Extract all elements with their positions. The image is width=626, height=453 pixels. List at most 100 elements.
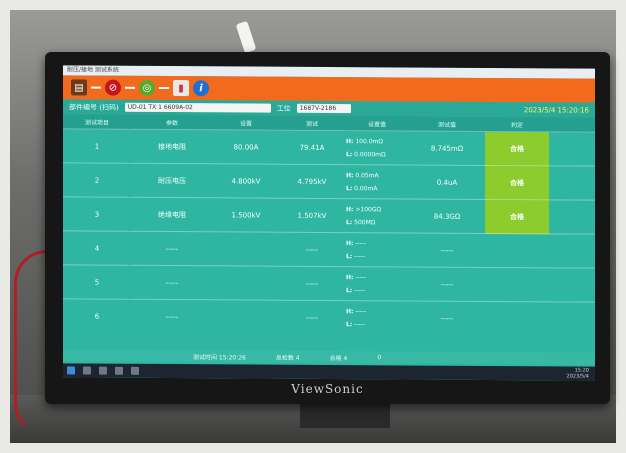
header-value: 测试值 (409, 116, 485, 132)
row-item: ----- (131, 299, 213, 334)
table-row[interactable]: 4 ----- ----- H: ----- L: ----- ----- (63, 230, 595, 269)
hi-label: H: (346, 239, 354, 247)
limit-hi: H: ----- (346, 237, 408, 250)
summary-pass: 合格 4 (329, 354, 348, 362)
limit-hi: H: 0.05mA (346, 169, 408, 182)
limit-lo: L: ----- (346, 284, 408, 297)
header-result: 判定 (485, 116, 549, 132)
row-meas: ----- (279, 300, 345, 335)
row-result: 合格 (485, 165, 549, 200)
table-row[interactable]: 3 绝缘电阻 1.500kV 1.507kV H: >100GΩ L: 500MΩ 84.3… (63, 196, 595, 235)
row-limits: H: 0.05mA L: 0.00mA (345, 164, 409, 199)
row-set: 1.500kV (213, 197, 279, 233)
row-item: 绝缘电阻 (131, 197, 213, 232)
hi-value: ----- (355, 307, 367, 315)
lo-value: 0.00mA (354, 184, 378, 192)
limit-lo: L: ----- (346, 250, 408, 263)
row-meas: 4.795kV (279, 164, 345, 199)
hi-label: H: (346, 273, 354, 281)
export-icon[interactable]: ▮ (173, 80, 189, 97)
taskbar-clock: 15:20 2023/5/4 (566, 367, 595, 380)
table-row[interactable]: 6 ----- ----- H: ----- L: ----- ----- (63, 298, 595, 337)
row-item: ----- (131, 265, 213, 300)
station-label: 工位 (276, 104, 291, 113)
limit-hi: H: 100.0mΩ (346, 135, 408, 148)
lo-label: L: (346, 150, 353, 158)
row-result (485, 267, 549, 302)
hi-value: 100.0mΩ (355, 137, 383, 145)
lo-label: L: (346, 320, 353, 328)
row-spacer (549, 267, 595, 303)
app-screen: 耐压/接地 测试系统 ▤ ⊘ ◎ ▮ i 部件编号 (扫码) UD-01 TX … (63, 65, 595, 381)
table-row[interactable]: 5 ----- ----- H: ----- L: ----- ----- (63, 264, 595, 303)
row-value: 84.3GΩ (409, 198, 485, 234)
row-meas: 1.507kV (279, 198, 345, 233)
hi-label: H: (346, 307, 354, 315)
row-value: 8.745mΩ (409, 130, 485, 166)
panel-icon[interactable]: ▤ (71, 79, 87, 96)
lo-label: L: (346, 184, 353, 192)
row-no: 1 (63, 128, 131, 164)
row-result (485, 301, 549, 336)
monitor-brand: ViewSonic (291, 382, 364, 396)
summary-time: 测试时间 15:20:26 (193, 353, 246, 361)
limit-lo: L: 500MΩ (346, 216, 408, 229)
task-view-icon[interactable] (99, 366, 107, 375)
hi-value: 0.05mA (355, 171, 379, 179)
row-meas: ----- (279, 232, 345, 267)
part-label: 部件编号 (扫码) (69, 102, 119, 112)
row-result: 合格 (485, 199, 549, 234)
row-no: 2 (63, 162, 131, 198)
toolbar-divider (91, 86, 101, 89)
limit-lo: L: 0.00mA (346, 182, 408, 195)
info-icon[interactable]: i (193, 80, 209, 97)
lo-label: L: (346, 286, 353, 294)
row-spacer (549, 199, 595, 235)
row-value: ----- (409, 232, 485, 268)
row-spacer (549, 301, 595, 337)
hi-label: H: (346, 171, 354, 179)
toolbar: ▤ ⊘ ◎ ▮ i (63, 75, 595, 103)
header-set: 设置 (213, 115, 279, 131)
summary-bar: 测试时间 15:20:26 总检数 4 合格 4 0 (63, 349, 595, 365)
connect-icon[interactable]: ◎ (139, 79, 155, 96)
search-icon[interactable] (83, 366, 91, 375)
hi-label: H: (346, 137, 354, 145)
header-item: 参数 (131, 114, 213, 130)
explorer-icon[interactable] (115, 366, 123, 375)
hi-value: ----- (355, 273, 367, 281)
clock-date: 2023/5/4 (566, 373, 589, 380)
part-input[interactable]: UD-01 TX 1 6609A-02 (124, 102, 271, 113)
row-item: ----- (131, 231, 213, 266)
lo-value: ----- (354, 320, 365, 328)
table-row[interactable]: 1 接地电阻 80.00A 79.41A H: 100.0mΩ L: 0.0000mΩ 8.… (63, 128, 595, 167)
results-table: 测试项目 参数 设置 测试 设置值 测试值 判定 1 接地电阻 80.00A 79.4… (63, 114, 595, 337)
stop-icon[interactable]: ⊘ (105, 79, 121, 96)
station-input[interactable]: 1687V-2186 (296, 103, 351, 114)
ceiling-light (235, 20, 257, 54)
lo-value: 0.0000mΩ (354, 150, 386, 158)
app-taskbar-icon[interactable] (131, 366, 139, 375)
limit-hi: H: >100GΩ (346, 203, 408, 216)
row-limits: H: 100.0mΩ L: 0.0000mΩ (345, 130, 409, 165)
limit-lo: L: ----- (346, 318, 408, 331)
row-value: ----- (409, 266, 485, 302)
lo-label: L: (346, 252, 353, 260)
header-meas: 测试 (279, 115, 345, 131)
row-limits: H: ----- L: ----- (345, 300, 409, 335)
summary-total: 总检数 4 (275, 354, 300, 362)
header-blank (549, 117, 595, 133)
row-set: 4.800kV (213, 163, 279, 199)
row-limits: H: ----- L: ----- (345, 266, 409, 301)
limit-hi: H: ----- (346, 271, 408, 284)
row-result (485, 233, 549, 268)
lo-label: L: (346, 218, 353, 226)
limit-hi: H: ----- (346, 305, 408, 318)
row-set (213, 265, 279, 301)
table-row[interactable]: 2 耐压电压 4.800kV 4.795kV H: 0.05mA L: 0.00mA 0.4… (63, 162, 595, 201)
row-no: 4 (63, 230, 131, 266)
row-result: 合格 (485, 131, 549, 166)
row-no: 6 (63, 298, 131, 334)
start-icon[interactable] (67, 366, 75, 375)
header-no: 测试项目 (63, 114, 131, 130)
